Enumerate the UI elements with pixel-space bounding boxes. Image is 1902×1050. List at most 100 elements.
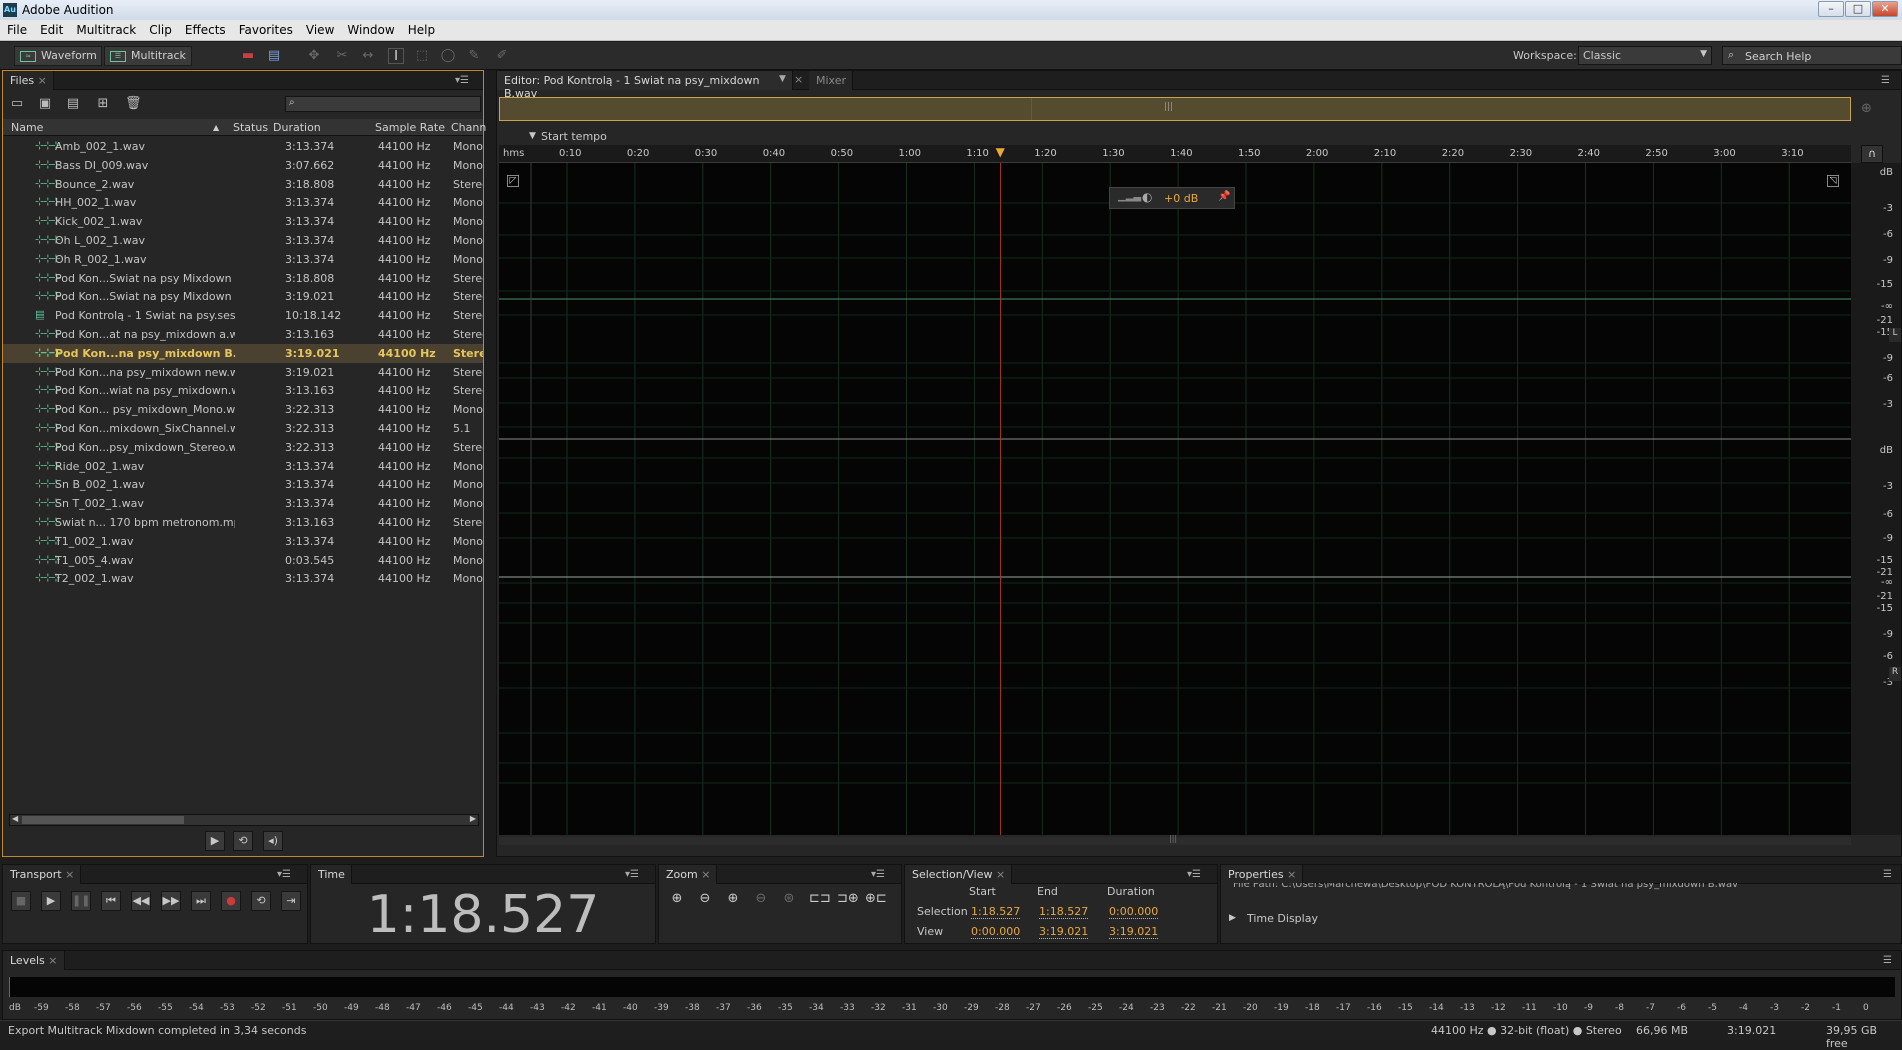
record-icon[interactable]: ● bbox=[221, 891, 241, 911]
zoom-in-left-icon[interactable]: ⊐⊕ bbox=[837, 891, 859, 907]
chevron-down-icon[interactable]: ▼ bbox=[779, 74, 786, 84]
zoom-in-amplitude-icon[interactable]: ⊕ bbox=[669, 891, 685, 907]
volume-knob-icon[interactable]: ◐ bbox=[1142, 190, 1152, 204]
file-row[interactable]: ⊹⊹⊹ Pod Kon...psy_mixdown_Stereo.wav 3:22.… bbox=[3, 438, 483, 457]
menu-help[interactable]: Help bbox=[401, 20, 441, 37]
rewind-icon[interactable]: ◀◀ bbox=[131, 891, 151, 911]
tab-mixer[interactable]: Mixer bbox=[809, 71, 854, 90]
waveform-button[interactable]: ≈ Waveform bbox=[14, 46, 102, 66]
channel-toggle-icon[interactable]: ◸ bbox=[507, 175, 519, 187]
tab-transport[interactable]: Transport × bbox=[3, 865, 82, 884]
scroll-left-icon[interactable]: ◀ bbox=[12, 814, 18, 823]
move-tool-icon[interactable]: ✥ bbox=[306, 48, 322, 64]
zoom-out-full-icon[interactable]: ⊛ bbox=[781, 891, 797, 907]
tab-zoom[interactable]: Zoom × bbox=[659, 865, 718, 884]
file-row[interactable]: ⊹⊹⊹ Pod Kon... psy_mixdown_Mono.wav 3:22.3… bbox=[3, 400, 483, 419]
close-tab-icon[interactable]: × bbox=[701, 868, 710, 881]
file-row[interactable]: ▤ Pod Kontrolą - 1 Swiat na psy.sesx * 10:… bbox=[3, 306, 483, 325]
close-tab-icon[interactable]: × bbox=[794, 73, 803, 86]
scroll-right-icon[interactable]: ▶ bbox=[470, 814, 476, 823]
tab-time[interactable]: Time bbox=[311, 865, 352, 884]
expand-arrow-icon[interactable]: ▶ bbox=[1229, 913, 1236, 923]
tempo-marker-icon[interactable]: ▼ bbox=[529, 131, 536, 141]
menu-edit[interactable]: Edit bbox=[33, 20, 69, 37]
brush-tool-icon[interactable]: ✎ bbox=[466, 48, 482, 64]
zoom-in-right-icon[interactable]: ⊕⊏ bbox=[865, 891, 887, 907]
insert-into-multitrack-icon[interactable]: ⊞ bbox=[95, 96, 111, 112]
open-file-icon[interactable]: ▭ bbox=[9, 96, 25, 112]
tab-selection-view[interactable]: Selection/View × bbox=[905, 865, 1013, 884]
maximize-button[interactable]: □ bbox=[1845, 1, 1871, 17]
selection-end-value[interactable]: 1:18.527 bbox=[1039, 905, 1089, 919]
import-file-icon[interactable]: ▣ bbox=[37, 96, 53, 112]
file-row[interactable]: ⊹⊹⊹ Kick_002_1.wav 3:13.374 44100 Hz Mono bbox=[3, 212, 483, 231]
menu-favorites[interactable]: Favorites bbox=[232, 20, 299, 37]
file-row[interactable]: ⊹⊹⊹ Oh L_002_1.wav 3:13.374 44100 Hz Mono bbox=[3, 231, 483, 250]
skip-selection-icon[interactable]: ⇥ bbox=[281, 891, 301, 911]
playhead-marker-icon[interactable]: ▼ bbox=[996, 145, 1005, 159]
preview-loop-icon[interactable]: ⟲ bbox=[233, 831, 253, 851]
panel-menu-icon[interactable]: ▾☰ bbox=[277, 869, 291, 880]
menu-clip[interactable]: Clip bbox=[142, 20, 178, 37]
tab-levels[interactable]: Levels × bbox=[3, 951, 65, 970]
file-row[interactable]: ⊹⊹⊹ Sn T_002_1.wav 3:13.374 44100 Hz Mono bbox=[3, 494, 483, 513]
new-file-icon[interactable]: ▤ bbox=[65, 96, 81, 112]
menu-view[interactable]: View bbox=[299, 20, 340, 37]
hud-volume[interactable]: ▁▂▃ ◐ +0 dB 📌 bbox=[1109, 187, 1235, 209]
file-row[interactable]: ⊹⊹⊹ Swiat n... 170 bpm metronom.mp3 3:13.1… bbox=[3, 513, 483, 532]
column-channels[interactable]: Chann bbox=[451, 121, 486, 134]
close-tab-icon[interactable]: × bbox=[65, 868, 74, 881]
file-row[interactable]: ⊹⊹⊹ Oh R_002_1.wav 3:13.374 44100 Hz Mono bbox=[3, 250, 483, 269]
selection-start-value[interactable]: 1:18.527 bbox=[971, 905, 1021, 919]
panel-menu-icon[interactable]: ▾☰ bbox=[1187, 869, 1201, 880]
time-selection-tool-icon[interactable]: I bbox=[388, 48, 404, 64]
file-row[interactable]: ⊹⊹⊹ Pod Kon...wiat na psy_mixdown.wav 3:13… bbox=[3, 381, 483, 400]
multitrack-button[interactable]: ☰ Multitrack bbox=[104, 46, 192, 66]
go-to-end-icon[interactable]: ⏭ bbox=[191, 891, 211, 911]
panel-menu-icon[interactable]: ☰ bbox=[1883, 955, 1892, 966]
close-tab-icon[interactable]: × bbox=[996, 868, 1005, 881]
file-row[interactable]: ⊹⊹⊹ HH_002_1.wav 3:13.374 44100 Hz Mono bbox=[3, 193, 483, 212]
file-row[interactable]: ⊹⊹⊹ Pod Kon...mixdown_SixChannel.wav 3:22.… bbox=[3, 419, 483, 438]
file-row[interactable]: ⊹⊹⊹ Amb_002_1.wav 3:13.374 44100 Hz Mono bbox=[3, 137, 483, 156]
zoom-out-time-icon[interactable]: ⊖ bbox=[753, 891, 769, 907]
waveform-display[interactable]: ◸ ◹ ▁▂▃ ◐ +0 dB 📌 bbox=[499, 163, 1851, 835]
lasso-tool-icon[interactable]: ◯ bbox=[440, 48, 456, 64]
stop-icon[interactable]: ■ bbox=[11, 891, 31, 911]
file-row[interactable]: ⊹⊹⊹ Bass DI_009.wav 3:07.662 44100 Hz Mono bbox=[3, 156, 483, 175]
go-to-start-icon[interactable]: ⏮ bbox=[101, 891, 121, 911]
editor-horizontal-scrollbar[interactable]: ||| bbox=[499, 834, 1851, 845]
column-status[interactable]: Status bbox=[233, 121, 268, 134]
loop-icon[interactable]: ⟲ bbox=[251, 891, 271, 911]
view-start-value[interactable]: 0:00.000 bbox=[971, 925, 1021, 939]
close-tab-icon[interactable]: × bbox=[1287, 868, 1296, 881]
headphones-icon[interactable]: ∩ bbox=[1861, 145, 1883, 163]
time-display-section[interactable]: Time Display bbox=[1247, 912, 1318, 925]
zoom-to-fit-icon[interactable]: ⊕ bbox=[1861, 101, 1872, 116]
column-name[interactable]: Name bbox=[11, 121, 43, 134]
right-channel-label[interactable]: R bbox=[1889, 667, 1901, 681]
menu-window[interactable]: Window bbox=[340, 20, 400, 37]
file-row[interactable]: ⊹⊹⊹Bounce_2.wav3:18.80844100 HzStered bbox=[3, 175, 483, 194]
razor-tool-icon[interactable]: ✂ bbox=[334, 48, 350, 64]
close-tab-icon[interactable]: × bbox=[38, 74, 47, 87]
file-row[interactable]: ⊹⊹⊹ T2_002_1.wav 3:13.374 44100 Hz Mono bbox=[3, 569, 483, 588]
marquee-tool-icon[interactable]: ⬚ bbox=[414, 48, 430, 64]
zoom-in-time-icon[interactable]: ⊕ bbox=[725, 891, 741, 907]
tab-editor[interactable]: Editor: Pod Kontrolą - 1 Swiat na psy_mi… bbox=[497, 71, 793, 100]
panel-menu-icon[interactable]: ▾☰ bbox=[455, 75, 469, 86]
slip-tool-icon[interactable]: ↔ bbox=[360, 48, 376, 64]
panel-menu-icon[interactable]: ▾☰ bbox=[871, 869, 885, 880]
panel-menu-icon[interactable]: ▾☰ bbox=[625, 869, 639, 880]
files-search-input[interactable]: ⌕ bbox=[285, 96, 481, 112]
column-sample-rate[interactable]: Sample Rate bbox=[375, 121, 445, 134]
channel-toggle-icon[interactable]: ◹ bbox=[1827, 175, 1839, 187]
preview-play-icon[interactable]: ▶ bbox=[205, 831, 225, 851]
files-horizontal-scrollbar[interactable]: ◀ ▶ bbox=[9, 814, 479, 826]
file-row[interactable]: ⊹⊹⊹ Pod Kon...na psy_mixdown new.wav 3:19.… bbox=[3, 363, 483, 382]
file-row[interactable]: ⊹⊹⊹ Pod Kon...Swiat na psy Mixdown 6 * 3:1… bbox=[3, 287, 483, 306]
file-row[interactable]: ⊹⊹⊹Pod Kon...na psy_mixdown B.wav3:19.02… bbox=[3, 343, 483, 363]
spectral-display-icon[interactable]: ▬ bbox=[240, 48, 256, 64]
menu-effects[interactable]: Effects bbox=[178, 20, 232, 37]
file-row[interactable]: ⊹⊹⊹ T1_005_4.wav 0:03.545 44100 Hz Mono bbox=[3, 551, 483, 570]
